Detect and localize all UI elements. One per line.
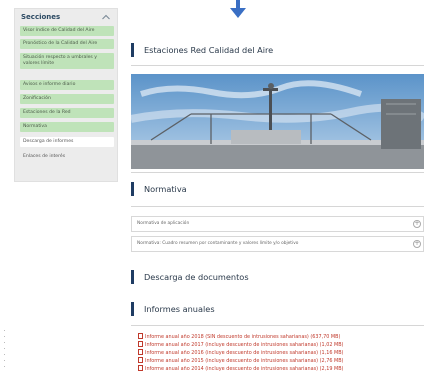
divider bbox=[131, 206, 424, 207]
scroll-dots bbox=[4, 330, 6, 378]
plus-circle-icon[interactable]: + bbox=[413, 240, 421, 248]
downloads-heading: Descarga de documentos bbox=[131, 270, 249, 284]
document-icon bbox=[138, 341, 143, 347]
report-link-2015[interactable]: Informe anual año 2015 (incluye descuent… bbox=[138, 357, 424, 364]
accordion-normativa-cuadro[interactable]: Normativa: Cuadro resumen por contaminan… bbox=[131, 236, 424, 252]
document-icon bbox=[138, 333, 143, 339]
station-photo bbox=[131, 74, 424, 169]
stations-heading: Estaciones Red Calidad del Aire bbox=[131, 43, 273, 57]
sidebar-item-zonificacion[interactable]: Zonificación bbox=[20, 94, 114, 104]
report-link-2017[interactable]: Informe anual año 2017 (incluye descuent… bbox=[138, 341, 424, 348]
sidebar-item-umbrales[interactable]: Situación respecto a umbrales y valores … bbox=[20, 53, 114, 69]
sidebar-title: Secciones bbox=[21, 13, 61, 21]
sidebar-header[interactable]: Secciones bbox=[19, 12, 113, 26]
sidebar-item-enlaces[interactable]: Enlaces de interés bbox=[20, 152, 114, 162]
down-arrow-icon bbox=[230, 0, 246, 18]
divider bbox=[131, 65, 424, 66]
divider bbox=[131, 172, 424, 173]
report-link-text[interactable]: Informe anual año 2014 (incluye descuent… bbox=[145, 366, 343, 372]
sections-sidebar: Secciones Visor índice de Calidad del Ai… bbox=[14, 8, 118, 182]
report-link-text[interactable]: Informe anual año 2017 (incluye descuent… bbox=[145, 342, 343, 348]
report-link-text[interactable]: Informe anual año 2015 (incluye descuent… bbox=[145, 358, 343, 364]
report-link-2014[interactable]: Informe anual año 2014 (incluye descuent… bbox=[138, 365, 424, 372]
sidebar-item-estaciones[interactable]: Estaciones de la Red bbox=[20, 108, 114, 118]
document-icon bbox=[138, 365, 143, 371]
report-link-text[interactable]: Informe anual año 2016 (incluye descuent… bbox=[145, 350, 343, 356]
report-link-text[interactable]: Informe anual año 2018 (SIN descuento de… bbox=[145, 334, 340, 340]
normativa-heading: Normativa bbox=[131, 182, 187, 196]
sidebar-item-avisos[interactable]: Avisos e informe diario bbox=[20, 80, 114, 90]
divider bbox=[131, 325, 424, 326]
document-icon bbox=[138, 357, 143, 363]
accordion-label: Normativa de aplicación bbox=[137, 221, 190, 226]
chevron-up-icon[interactable] bbox=[101, 12, 111, 22]
document-icon bbox=[138, 349, 143, 355]
report-link-2016[interactable]: Informe anual año 2016 (incluye descuent… bbox=[138, 349, 424, 356]
plus-circle-icon[interactable]: + bbox=[413, 220, 421, 228]
accordion-label: Normativa: Cuadro resumen por contaminan… bbox=[137, 241, 299, 246]
sidebar-item-normativa[interactable]: Normativa bbox=[20, 122, 114, 132]
report-link-2018[interactable]: Informe anual año 2018 (SIN descuento de… bbox=[138, 333, 424, 340]
annual-reports-heading: Informes anuales bbox=[131, 302, 215, 316]
accordion-normativa-aplicacion[interactable]: Normativa de aplicación + bbox=[131, 216, 424, 232]
sidebar-item-pronostico[interactable]: Pronóstico de la Calidad del Aire bbox=[20, 39, 114, 49]
sidebar-item-visor-indice[interactable]: Visor índice de Calidad del Aire bbox=[20, 26, 114, 36]
sidebar-item-descarga-informes[interactable]: Descarga de informes bbox=[20, 137, 114, 147]
